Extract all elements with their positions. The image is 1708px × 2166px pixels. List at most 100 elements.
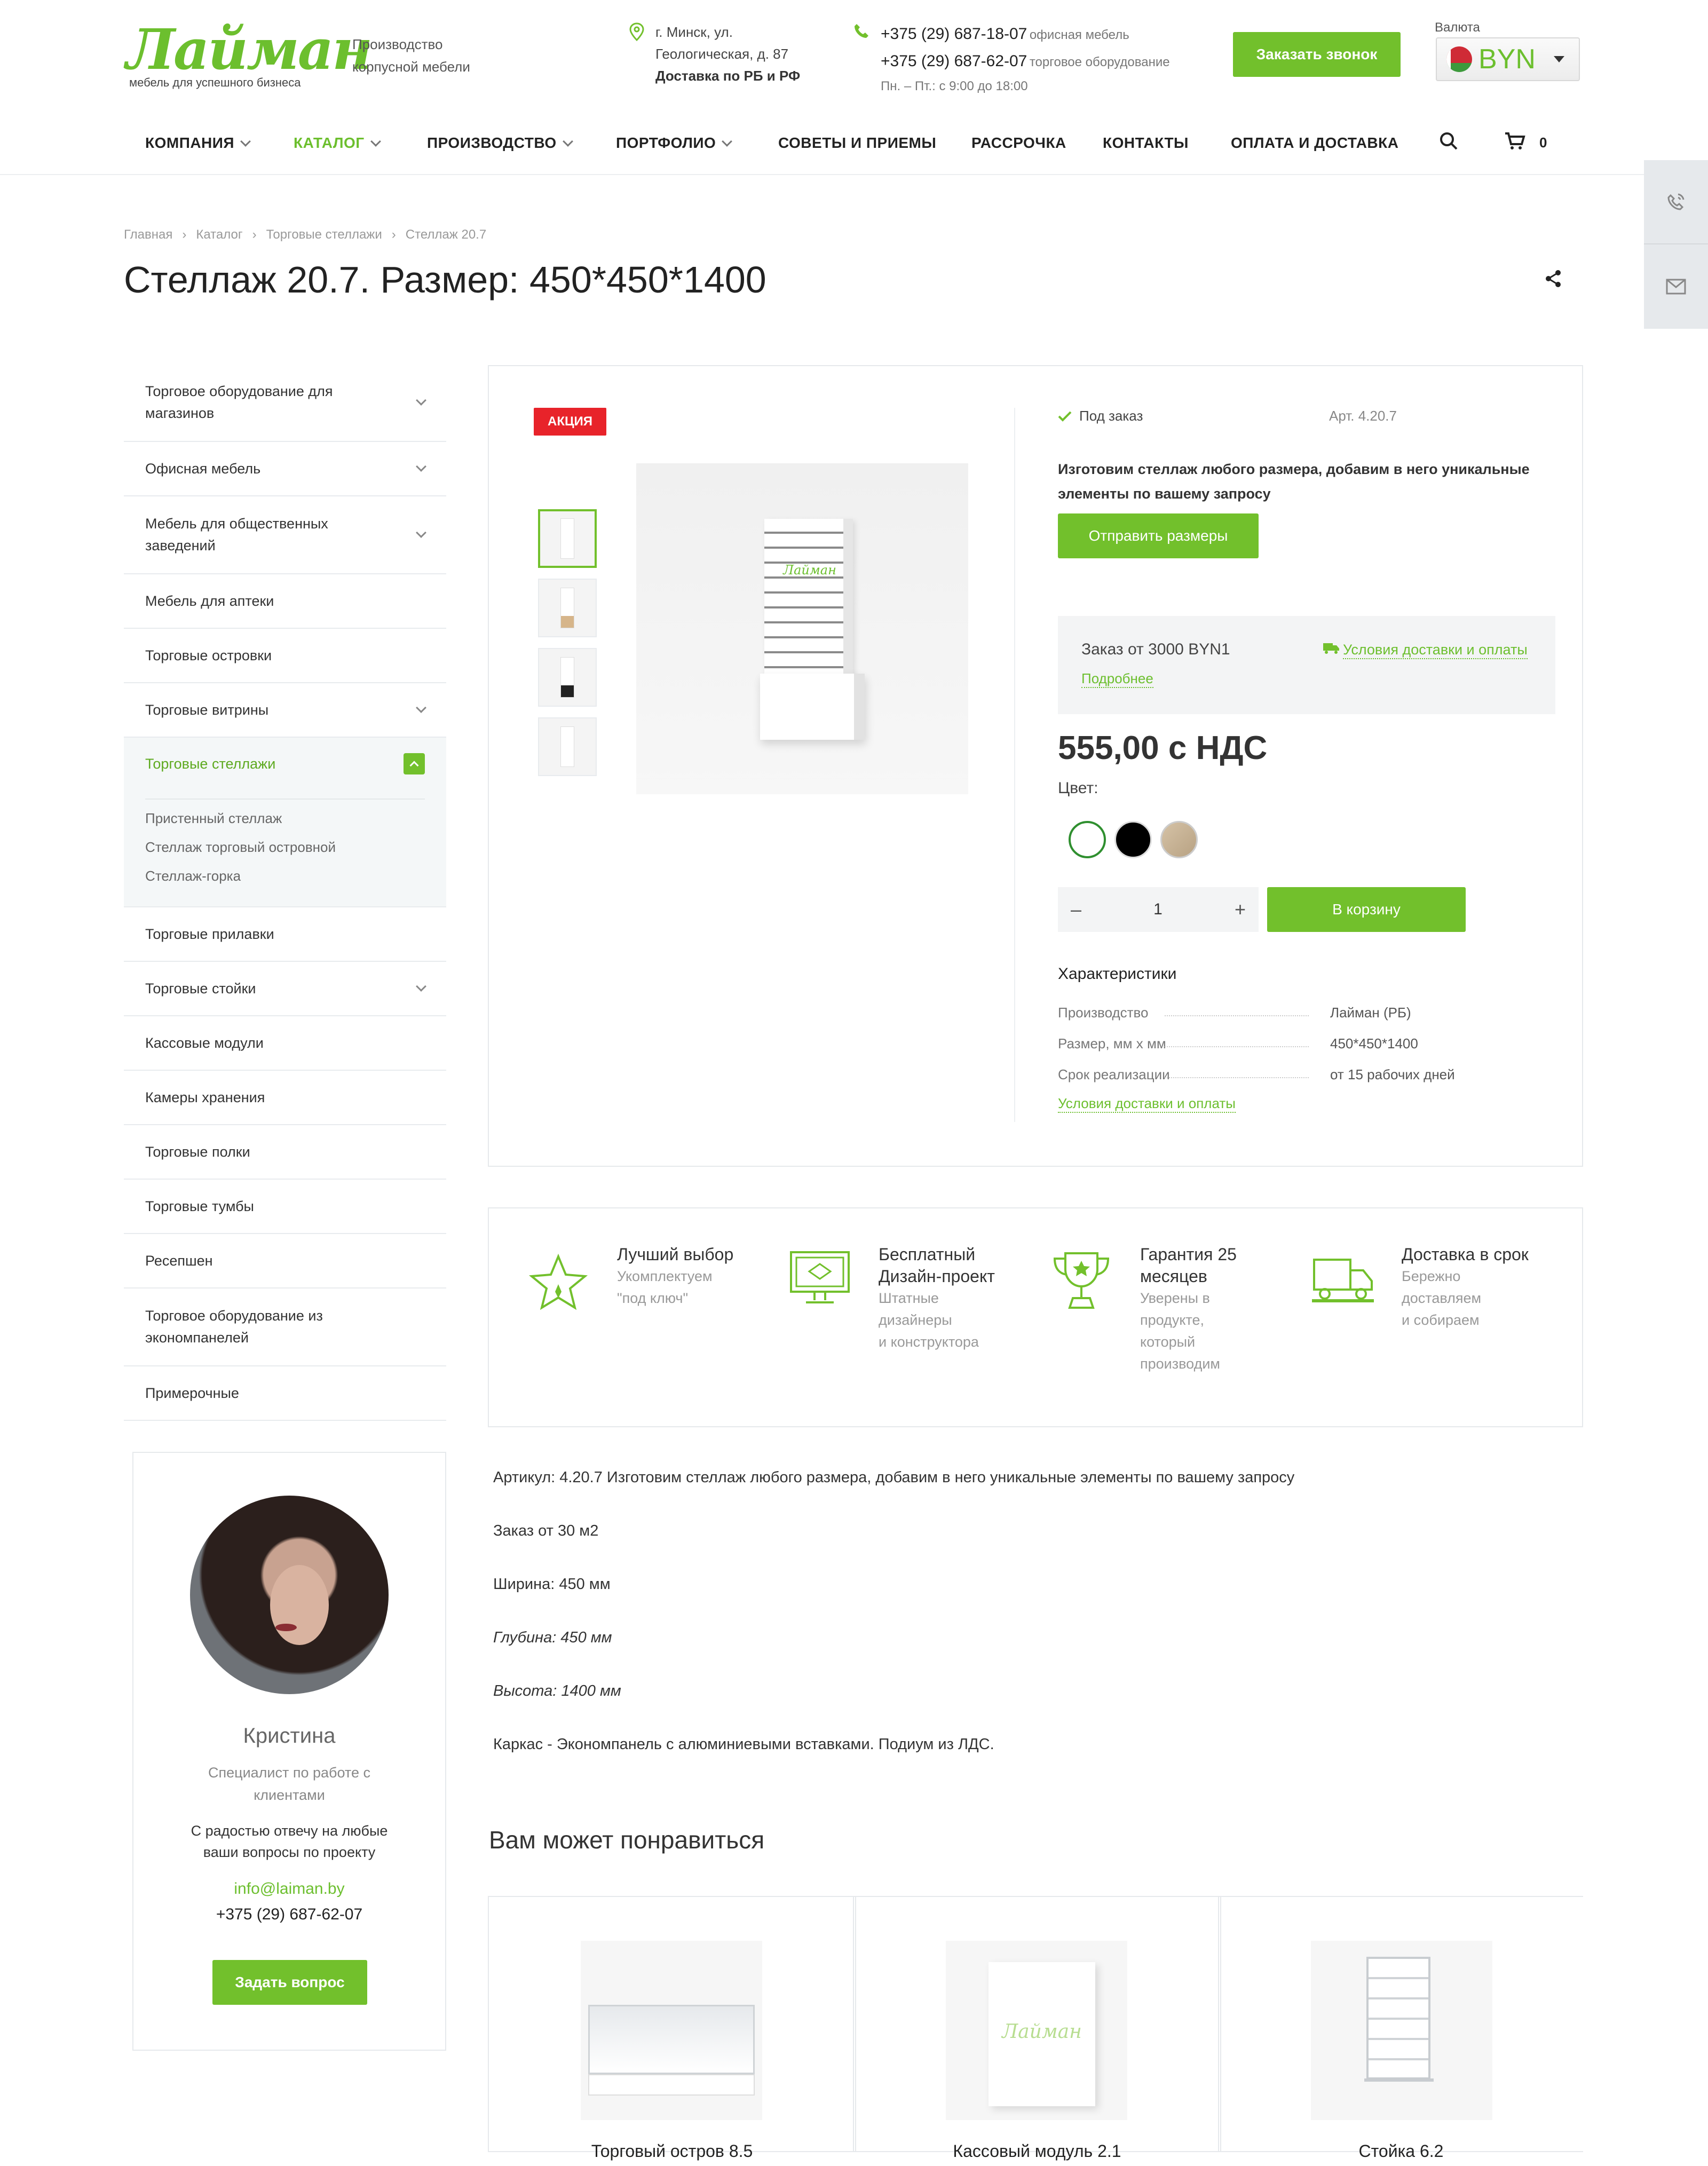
currency-select[interactable]: BYN [1436, 37, 1580, 81]
send-sizes-button[interactable]: Отправить размеры [1058, 513, 1259, 558]
related-product-title[interactable]: Стойка 6.2 [1219, 2141, 1583, 2161]
callback-widget-button[interactable] [1644, 160, 1708, 244]
related-product-image[interactable] [1311, 1941, 1492, 2120]
nav-tips[interactable]: СОВЕТЫ И ПРИЕМЫ [778, 135, 936, 152]
related-product-card[interactable]: Торговый остров 8.5 [488, 1896, 856, 2161]
sidebar-item-shop-equipment[interactable]: Торговое оборудование для магазинов [124, 364, 446, 442]
phone-icon [853, 22, 870, 39]
nav-catalog[interactable]: КАТАЛОГ [294, 135, 381, 152]
description-line: Высота: 1400 мм [493, 1682, 621, 1699]
sidebar-item-islands[interactable]: Торговые островки [124, 629, 446, 683]
mail-icon [1666, 279, 1686, 295]
nav-portfolio[interactable]: ПОРТФОЛИО [616, 135, 733, 152]
product-main-image[interactable]: Лайман [636, 463, 968, 794]
nav-contacts[interactable]: КОНТАКТЫ [1103, 135, 1189, 152]
manager-email[interactable]: info@laiman.by [133, 1880, 445, 1898]
phone-retail[interactable]: +375 (29) 687-62-07 [881, 52, 1027, 70]
product-thumbnail[interactable] [538, 648, 597, 707]
sidebar-item-reception[interactable]: Ресепшен [124, 1234, 446, 1288]
related-product-card[interactable]: Стойка 6.2 [1218, 1896, 1583, 2161]
sidebar-item-shelves[interactable]: Торговые полки [124, 1125, 446, 1180]
delivery-terms-link[interactable]: Условия доставки и оплаты [1343, 642, 1528, 659]
related-product-title[interactable]: Кассовый модуль 2.1 [854, 2141, 1220, 2161]
manager-card: Кристина Специалист по работе с клиентами… [132, 1452, 446, 2051]
product-thumbnail[interactable] [538, 717, 597, 776]
related-product-card[interactable]: Лайман Кассовый модуль 2.1 [853, 1896, 1221, 2161]
sidebar-item-econom[interactable]: Торговое оборудование из экономпанелей [124, 1288, 446, 1366]
sidebar-item-counters[interactable]: Торговые прилавки [124, 907, 446, 962]
email-widget-button[interactable] [1644, 244, 1708, 329]
characteristic-row: Производство Лайман (РБ) [1058, 1005, 1411, 1021]
article-number: Арт. 4.20.7 [1329, 408, 1397, 424]
delivery-truck-icon [1311, 1254, 1375, 1306]
sidebar-item-cash[interactable]: Кассовые модули [124, 1016, 446, 1071]
chevron-down-icon [722, 136, 733, 147]
color-label: Цвет: [1058, 779, 1098, 797]
description-line: Ширина: 450 мм [493, 1576, 611, 1593]
sidebar-subitem-slide[interactable]: Стеллаж-горка [145, 861, 425, 890]
side-contact-widget [1644, 160, 1708, 329]
availability-status: Под заказ [1079, 408, 1143, 424]
cart-icon[interactable] [1504, 131, 1525, 151]
sidebar-item-office[interactable]: Офисная мебель [124, 442, 446, 496]
search-icon[interactable] [1439, 131, 1458, 151]
phone-office[interactable]: +375 (29) 687-18-07 [881, 25, 1027, 43]
sidebar-item-shelving[interactable]: Торговые стеллажи [124, 738, 446, 790]
sidebar-subitem-island[interactable]: Стеллаж торговый островной [145, 833, 425, 861]
ask-question-button[interactable]: Задать вопрос [212, 1960, 367, 2005]
collapse-button[interactable] [404, 753, 425, 774]
header-divider [0, 174, 1708, 175]
sidebar-item-cabinets[interactable]: Торговые тумбы [124, 1180, 446, 1234]
sidebar-subitem-wall[interactable]: Пристенный стеллаж [145, 799, 425, 833]
truck-icon [1323, 642, 1340, 654]
color-swatch-white[interactable] [1069, 821, 1106, 858]
sidebar-item-public[interactable]: Мебель для общественных заведений [124, 496, 446, 574]
product-thumbnail[interactable] [538, 509, 597, 568]
chevron-down-icon [416, 981, 426, 992]
nav-company[interactable]: КОМПАНИЯ [145, 135, 251, 152]
related-product-title[interactable]: Торговый остров 8.5 [489, 2141, 855, 2161]
nav-payment-delivery[interactable]: ОПЛАТА И ДОСТАВКА [1231, 135, 1398, 152]
feature-best-choice: Лучший выбор Укомплектуем "под ключ" [617, 1245, 734, 1306]
chevron-down-icon [416, 527, 426, 538]
color-swatch-wood[interactable] [1160, 821, 1198, 858]
breadcrumb-home[interactable]: Главная [124, 227, 172, 242]
quantity-minus-button[interactable]: – [1071, 898, 1081, 921]
belarus-flag-icon [1446, 46, 1472, 72]
callback-button[interactable]: Заказать звонок [1233, 32, 1401, 77]
sidebar-item-pharmacy[interactable]: Мебель для аптеки [124, 574, 446, 629]
breadcrumb-category[interactable]: Торговые стеллажи [266, 227, 382, 242]
gallery-divider [1014, 408, 1015, 1122]
product-image-logo: Лайман [783, 563, 836, 578]
related-product-image[interactable] [581, 1941, 762, 2120]
characteristics-title: Характеристики [1058, 965, 1177, 983]
related-product-image[interactable]: Лайман [946, 1941, 1127, 2120]
sidebar-item-racks[interactable]: Торговые стойки [124, 962, 446, 1016]
logo-tagline: мебель для успешного бизнеса [129, 76, 301, 89]
nav-installments[interactable]: РАССРОЧКА [971, 135, 1066, 152]
caret-down-icon [1553, 56, 1564, 62]
sidebar-item-showcases[interactable]: Торговые витрины [124, 683, 446, 738]
currency-label: Валюта [1435, 20, 1480, 35]
product-thumbnail[interactable] [538, 579, 597, 637]
related-image-logo: Лайман [1002, 2021, 1082, 2043]
quantity-value[interactable]: 1 [1153, 900, 1163, 919]
breadcrumb-catalog[interactable]: Каталог [196, 227, 242, 242]
sidebar-item-lockers[interactable]: Камеры хранения [124, 1071, 446, 1125]
page-title: Стеллаж 20.7. Размер: 450*450*1400 [124, 259, 766, 301]
color-swatch-black[interactable] [1114, 821, 1152, 858]
breadcrumb-separator: › [252, 227, 257, 242]
check-icon [1058, 411, 1072, 422]
nav-production[interactable]: ПРОИЗВОДСТВО [427, 135, 573, 152]
sidebar-item-fitting[interactable]: Примерочные [124, 1366, 446, 1421]
breadcrumb-separator: › [391, 227, 396, 242]
share-icon[interactable] [1544, 269, 1563, 288]
add-to-cart-button[interactable]: В корзину [1267, 887, 1466, 932]
breadcrumb-separator: › [182, 227, 187, 242]
more-link[interactable]: Подробнее [1081, 670, 1153, 688]
characteristics-delivery-link[interactable]: Условия доставки и оплаты [1058, 1095, 1236, 1113]
logo[interactable]: Лайман мебель для успешного бизнеса [126, 20, 373, 90]
manager-phone[interactable]: +375 (29) 687-62-07 [133, 1906, 445, 1924]
characteristic-row: Срок реализации от 15 рабочих дней [1058, 1066, 1455, 1082]
quantity-plus-button[interactable]: + [1235, 898, 1246, 921]
